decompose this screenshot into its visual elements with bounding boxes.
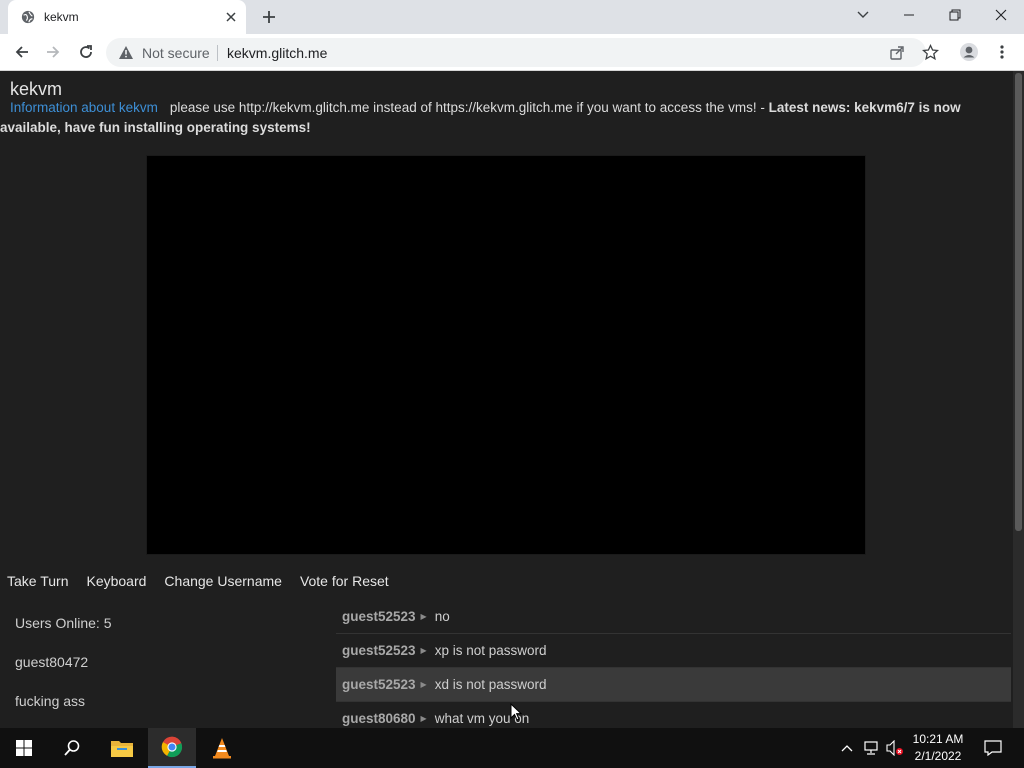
windows-logo-icon: [16, 740, 32, 756]
browser-tab[interactable]: kekvm: [8, 0, 246, 34]
search-icon: [64, 740, 80, 756]
arrow-left-icon: [15, 46, 28, 58]
vm-display[interactable]: [146, 155, 866, 555]
new-tab-icon[interactable]: [260, 8, 278, 26]
globe-icon: [21, 10, 35, 24]
restore-button[interactable]: [932, 0, 978, 30]
network-button[interactable]: [860, 728, 882, 768]
search-button[interactable]: [48, 728, 96, 768]
chevron-up-icon: [841, 745, 853, 752]
keyboard-button[interactable]: Keyboard: [86, 573, 146, 589]
volume-muted-icon: [886, 740, 903, 756]
user-item[interactable]: guest80472: [15, 654, 315, 693]
chat-text: xp is not password: [434, 643, 547, 658]
clock-time: 10:21 AM: [912, 732, 964, 746]
page-scrollbar[interactable]: [1013, 71, 1024, 728]
tab-search-button[interactable]: [840, 0, 886, 30]
chat-message: guest52523 ▶ no: [336, 600, 1011, 634]
page-content: kekvm Information about kekvm please use …: [0, 71, 1024, 728]
chat-text: no: [434, 609, 450, 624]
address-bar[interactable]: Not secure kekvm.glitch.me: [106, 38, 926, 67]
file-explorer-button[interactable]: [98, 728, 146, 768]
separator: [217, 45, 218, 61]
minimize-icon: [904, 14, 914, 16]
bookmark-button[interactable]: [918, 40, 942, 64]
restore-icon: [949, 9, 961, 21]
caret-right-icon: ▶: [420, 714, 427, 723]
page-title: kekvm: [10, 79, 63, 99]
caret-right-icon: ▶: [420, 612, 427, 621]
chevron-down-icon: [857, 11, 869, 18]
chat-username: guest52523: [342, 677, 416, 692]
browser-toolbar: Not secure kekvm.glitch.me: [0, 34, 1024, 71]
vote-reset-button[interactable]: Vote for Reset: [300, 573, 389, 589]
volume-button[interactable]: [884, 728, 906, 768]
forward-button[interactable]: [41, 40, 65, 64]
vlc-taskbar-button[interactable]: [198, 728, 246, 768]
arrow-right-icon: [47, 46, 60, 58]
notifications-button[interactable]: [978, 728, 1008, 768]
close-tab-icon[interactable]: [223, 9, 239, 25]
news-banner: Information about kekvm please use http:/…: [0, 98, 1010, 138]
caret-right-icon: ▶: [420, 646, 427, 655]
avatar-icon: [960, 43, 978, 61]
kebab-menu-icon: [1000, 45, 1004, 59]
network-icon: [864, 741, 878, 755]
chat-username: guest52523: [342, 643, 416, 658]
take-turn-button[interactable]: Take Turn: [7, 573, 68, 589]
menu-button[interactable]: [990, 40, 1014, 64]
start-button[interactable]: [0, 728, 48, 768]
chat-message: guest52523 ▶ xd is not password: [336, 668, 1011, 702]
info-link[interactable]: Information about kekvm: [10, 100, 158, 115]
close-window-button[interactable]: [978, 0, 1024, 30]
security-label[interactable]: Not secure: [142, 45, 210, 61]
tab-strip: kekvm: [0, 0, 1024, 34]
user-item[interactable]: fucking ass: [15, 693, 315, 728]
url-text[interactable]: kekvm.glitch.me: [227, 45, 327, 61]
warning-icon[interactable]: [118, 45, 134, 60]
clock-date: 2/1/2022: [914, 749, 962, 763]
show-hidden-icons-button[interactable]: [838, 728, 856, 768]
mouse-cursor-icon: [510, 703, 522, 721]
chat-log: guest52523 ▶ no guest52523 ▶ xp is not p…: [336, 600, 1011, 728]
chat-username: guest80680: [342, 711, 416, 726]
star-icon: [921, 43, 939, 60]
change-username-button[interactable]: Change Username: [164, 573, 282, 589]
tab-title: kekvm: [44, 10, 79, 24]
chrome-taskbar-button[interactable]: [148, 728, 196, 768]
users-online-count: Users Online: 5: [15, 615, 112, 631]
chat-text: xd is not password: [434, 677, 547, 692]
chat-username: guest52523: [342, 609, 416, 624]
profile-button[interactable]: [957, 40, 981, 64]
vm-actions: Take Turn Keyboard Change Username Vote …: [7, 573, 389, 589]
minimize-button[interactable]: [886, 0, 932, 30]
vlc-cone-icon: [213, 738, 231, 759]
back-button[interactable]: [10, 40, 34, 64]
chat-message: guest80680 ▶ what vm you on: [336, 702, 1011, 728]
notification-icon: [984, 740, 1002, 756]
chat-message: guest52523 ▶ xp is not password: [336, 634, 1011, 668]
reload-button[interactable]: [74, 40, 98, 64]
close-icon: [995, 9, 1007, 21]
reload-icon: [80, 45, 92, 58]
taskbar: 10:21 AM 2/1/2022: [0, 728, 1024, 768]
chrome-icon: [161, 736, 183, 758]
scrollbar-thumb[interactable]: [1015, 73, 1022, 531]
system-clock[interactable]: 10:21 AM 2/1/2022: [905, 731, 971, 765]
folder-icon: [111, 741, 133, 757]
caret-right-icon: ▶: [420, 680, 427, 689]
notice-text: please use http://kekvm.glitch.me instea…: [169, 100, 769, 115]
share-icon[interactable]: [888, 44, 906, 62]
user-list: Users Online: 5 guest80472 fucking ass: [15, 615, 315, 728]
